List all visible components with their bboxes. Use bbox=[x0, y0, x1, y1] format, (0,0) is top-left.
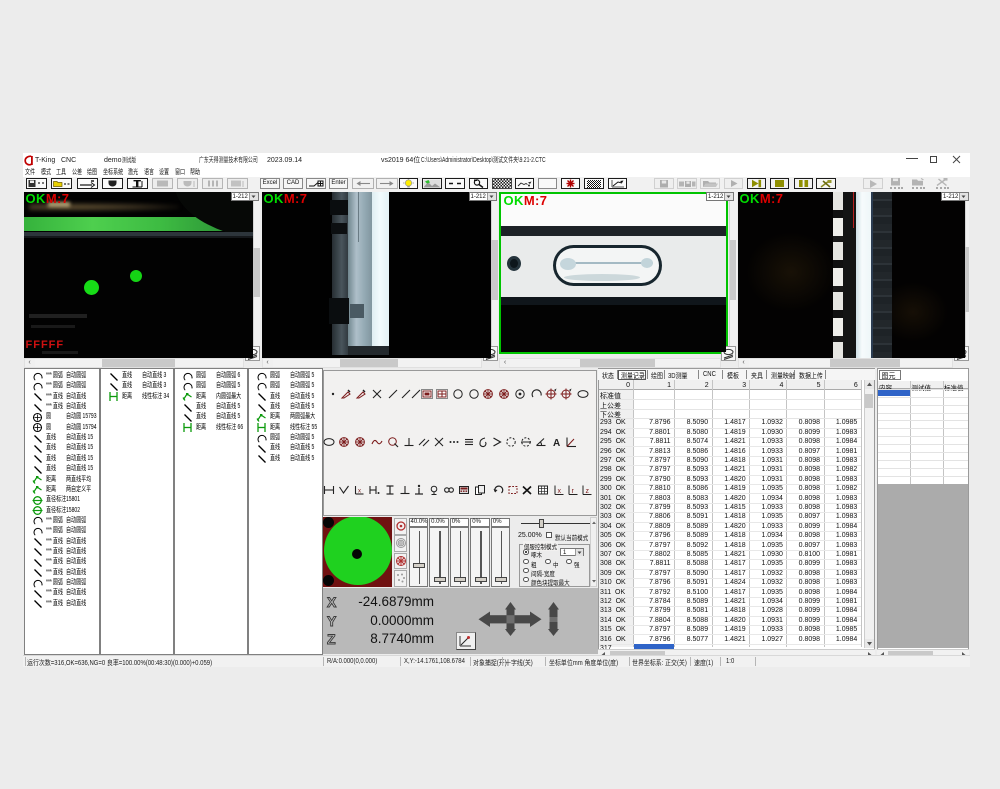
svg-text:r: r bbox=[572, 488, 575, 495]
svg-text:A: A bbox=[553, 438, 560, 448]
svg-text:z: z bbox=[586, 488, 590, 495]
svg-text:Y: Y bbox=[327, 614, 337, 628]
svg-text:X: X bbox=[327, 595, 337, 609]
svg-text:Z: Z bbox=[327, 632, 336, 646]
svg-text:x: x bbox=[558, 488, 562, 495]
svg-text:x: x bbox=[358, 489, 361, 495]
